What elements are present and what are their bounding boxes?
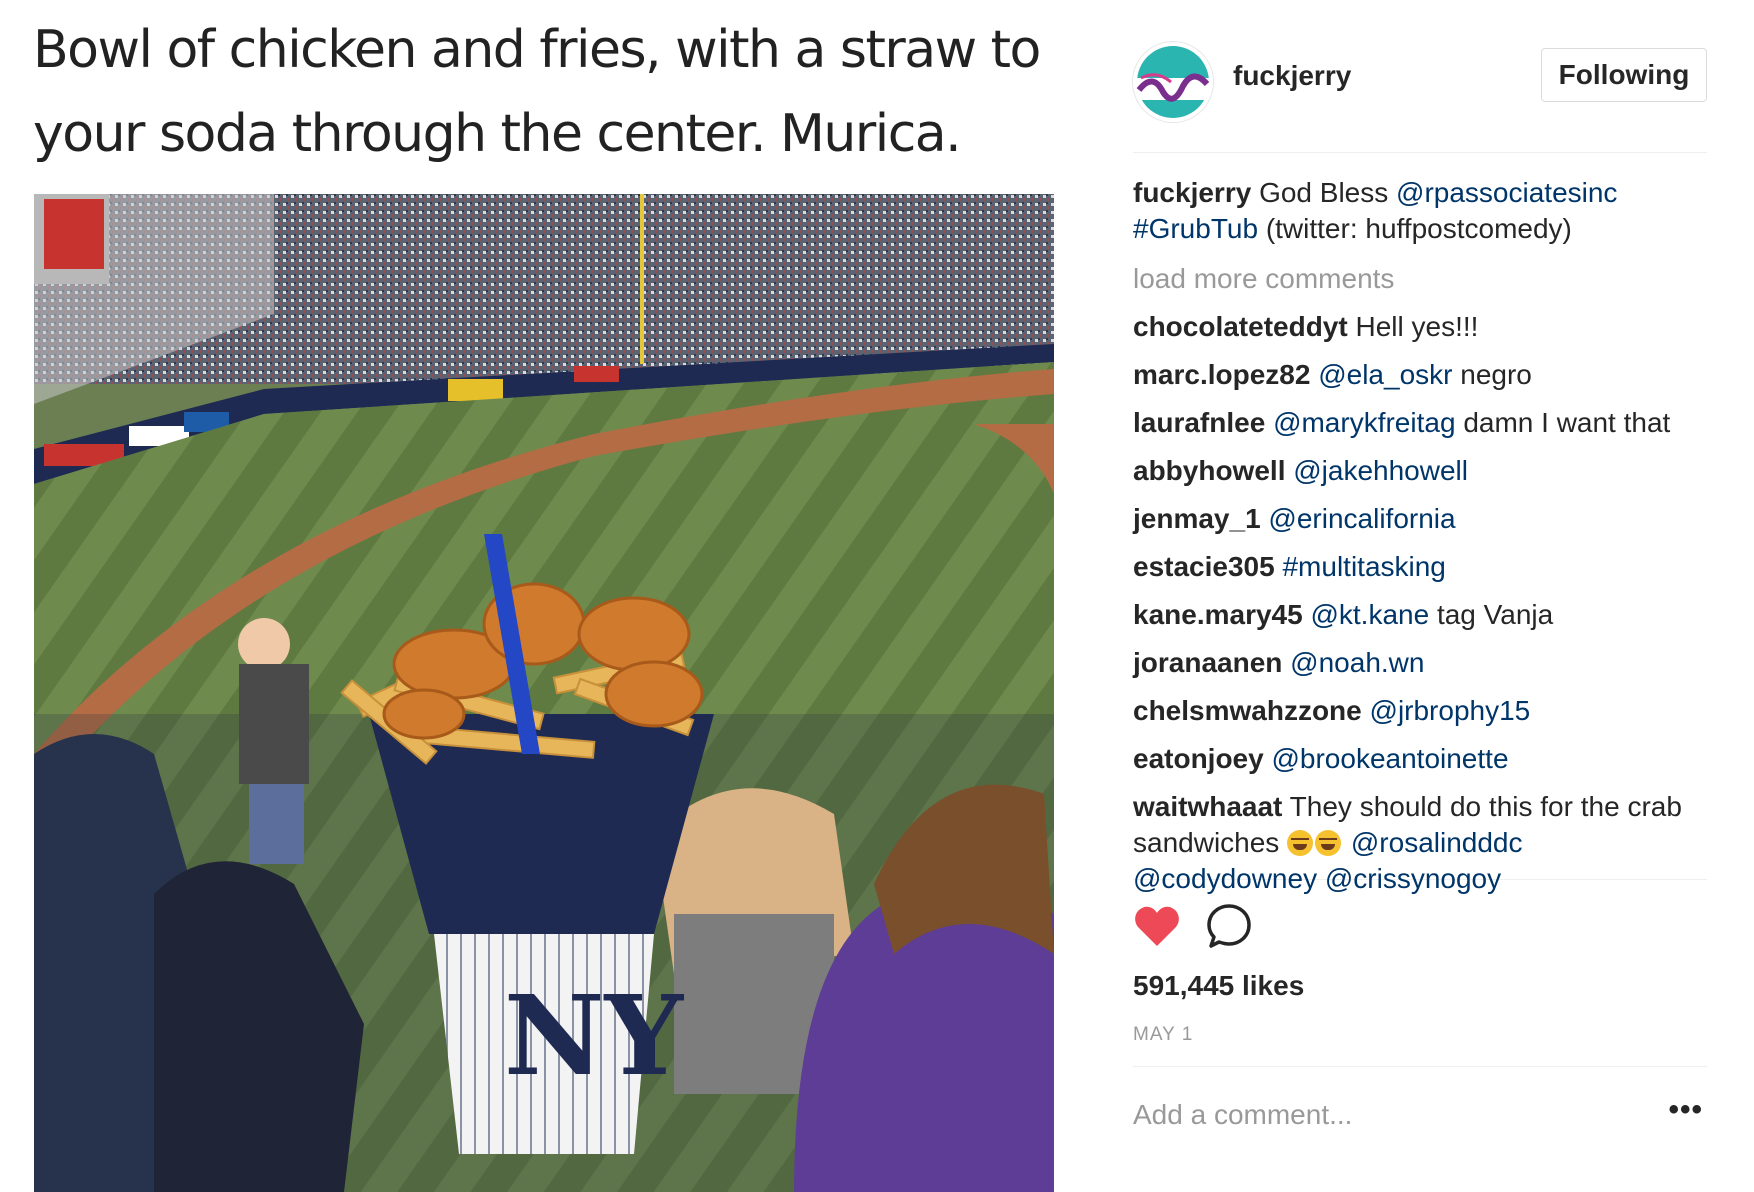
headline: Bowl of chicken and fries, with a straw … — [33, 8, 1063, 176]
stadium-photo-illustration: NY — [34, 194, 1054, 1192]
comment-username[interactable]: waitwhaaat — [1133, 791, 1282, 822]
comment-mention[interactable]: @noah.wn — [1290, 647, 1424, 678]
comment-username[interactable]: laurafnlee — [1133, 407, 1265, 438]
comment-text: tag Vanja — [1436, 599, 1554, 630]
comment-mention[interactable]: @jakehhowell — [1293, 455, 1468, 486]
comment-username[interactable]: eatonjoey — [1133, 743, 1264, 774]
comment-item: laurafnlee @marykfreitag damn I want tha… — [1133, 405, 1707, 441]
comment-item: abbyhowell @jakehhowell — [1133, 453, 1707, 489]
post-header: fuckjerry Following — [1133, 40, 1707, 153]
headline-line-1: Bowl of chicken and fries, with a straw … — [33, 20, 1041, 80]
comment-username[interactable]: chocolateteddyt — [1133, 311, 1348, 342]
comments-list: fuckjerry God Bless @rpassociatesinc #Gr… — [1133, 153, 1707, 894]
comment-item: estacie305 #multitasking — [1133, 549, 1707, 585]
post-username[interactable]: fuckjerry — [1233, 60, 1351, 92]
avatar[interactable] — [1133, 42, 1213, 122]
comment-item: jenmay_1 @erincalifornia — [1133, 501, 1707, 537]
comment-mention[interactable]: @erincalifornia — [1268, 503, 1455, 534]
comment-username[interactable]: estacie305 — [1133, 551, 1275, 582]
comment-mention[interactable]: @marykfreitag — [1273, 407, 1455, 438]
comment-hashtag[interactable]: #multitasking — [1282, 551, 1445, 582]
load-more-comments-link[interactable]: load more comments — [1133, 261, 1707, 297]
comment-mention[interactable]: @kt.kane — [1310, 599, 1429, 630]
comment-item: chocolateteddyt Hell yes!!! — [1133, 309, 1707, 345]
comment-item: eatonjoey @brookeantoinette — [1133, 741, 1707, 777]
add-comment-input[interactable] — [1133, 1093, 1613, 1137]
comment-item: marc.lopez82 @ela_oskr negro — [1133, 357, 1707, 393]
comment-text: Hell yes!!! — [1355, 311, 1479, 342]
caption: fuckjerry God Bless @rpassociatesinc #Gr… — [1133, 175, 1707, 247]
comment-username[interactable]: joranaanen — [1133, 647, 1282, 678]
caption-text-1: God Bless — [1259, 177, 1389, 208]
comment-username[interactable]: jenmay_1 — [1133, 503, 1261, 534]
post-date: MAY 1 — [1133, 1024, 1707, 1067]
caption-mention[interactable]: @rpassociatesinc — [1396, 177, 1617, 208]
add-comment-row: ••• — [1133, 1067, 1707, 1163]
svg-text:NY: NY — [504, 971, 685, 1100]
following-button[interactable]: Following — [1541, 48, 1707, 102]
comment-item: chelsmwahzzone @jrbrophy15 — [1133, 693, 1707, 729]
headline-line-2: your soda through the center. Murica. — [33, 104, 962, 164]
post-sidebar: fuckjerry Following fuckjerry God Bless … — [1133, 40, 1707, 1163]
heart-icon[interactable] — [1133, 904, 1181, 948]
comment-mention[interactable]: @rosalindddc — [1351, 827, 1523, 858]
comment-username[interactable]: marc.lopez82 — [1133, 359, 1310, 390]
comment-mention[interactable]: @brookeantoinette — [1271, 743, 1508, 774]
comment-item: kane.mary45 @kt.kane tag Vanja — [1133, 597, 1707, 633]
comment-text: damn I want that — [1463, 407, 1671, 438]
more-options-icon[interactable]: ••• — [1668, 1093, 1703, 1127]
comment-mention[interactable]: @ela_oskr — [1318, 359, 1452, 390]
comment-mention[interactable]: @jrbrophy15 — [1370, 695, 1531, 726]
comment-username[interactable]: abbyhowell — [1133, 455, 1285, 486]
post-actions — [1133, 880, 1707, 954]
avatar-image — [1133, 42, 1213, 122]
laughing-emoji-icon — [1315, 830, 1342, 856]
comment-username[interactable]: chelsmwahzzone — [1133, 695, 1362, 726]
comment-bubble-icon[interactable] — [1205, 902, 1253, 950]
comment-item: joranaanen @noah.wn — [1133, 645, 1707, 681]
comment-username[interactable]: kane.mary45 — [1133, 599, 1303, 630]
caption-text-2: (twitter: huffpostcomedy) — [1265, 213, 1572, 244]
likes-count[interactable]: 591,445 likes — [1133, 970, 1707, 1002]
post-photo[interactable]: NY — [34, 194, 1054, 1192]
comment-text-1: They should do this for the — [1289, 791, 1620, 822]
comment-text: negro — [1460, 359, 1532, 390]
laughing-emoji-icon — [1287, 830, 1314, 856]
caption-username[interactable]: fuckjerry — [1133, 177, 1251, 208]
caption-hashtag[interactable]: #GrubTub — [1133, 213, 1258, 244]
